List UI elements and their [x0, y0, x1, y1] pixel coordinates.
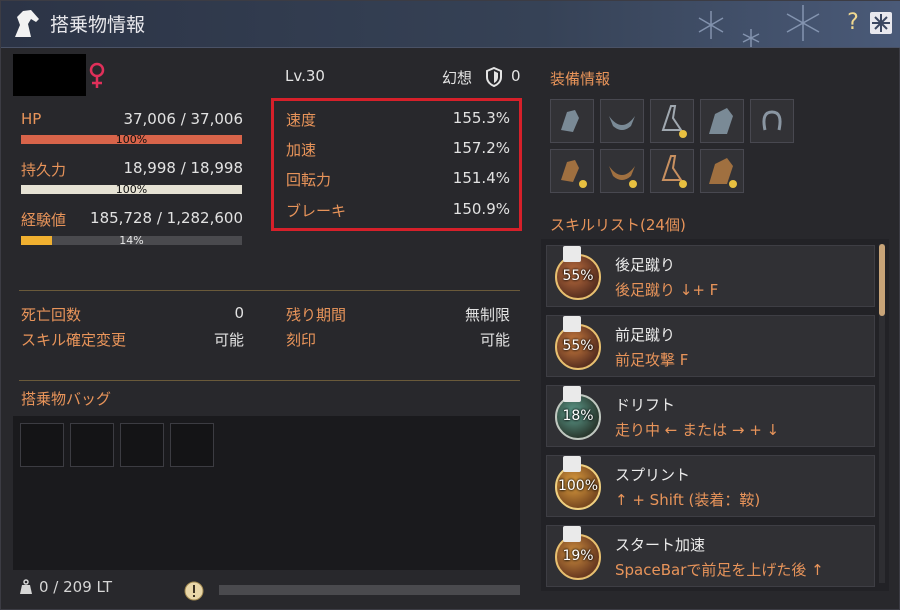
stamina-percent: 100% [115, 183, 148, 196]
skill-name: スタート加速 [615, 536, 706, 554]
equip-slot-horseshoe[interactable] [750, 99, 794, 143]
bag-slot[interactable] [20, 423, 64, 467]
equip-slot-saddle-2[interactable] [600, 149, 644, 193]
barding-icon [709, 108, 733, 134]
horseshoe-icon [762, 110, 782, 131]
skill-name: スプリント [615, 466, 691, 484]
skill-percent: 55% [562, 338, 594, 354]
skill-percent: 100% [557, 478, 599, 494]
equip-slot-barding-2[interactable] [700, 149, 744, 193]
skill-description: ↑ + Shift (装着：鞍) [615, 491, 761, 509]
bag-slot[interactable] [120, 423, 164, 467]
remaining-label: 残り期間 [286, 306, 347, 324]
equip-slot-saddle[interactable] [600, 99, 644, 143]
saddle-icon [609, 116, 635, 130]
skill-percent: 55% [562, 268, 594, 284]
lock-icon [563, 316, 581, 332]
stamina-value: 18,998 / 18,998 [123, 159, 243, 177]
shield-icon [486, 67, 502, 87]
skill-card[interactable]: 18% ドリフト 走り中 ← または → + ↓ [546, 385, 875, 447]
window-title: 搭乗物情報 [50, 14, 146, 36]
warning-icon[interactable] [184, 581, 204, 601]
skill-description: SpaceBarで前足を上げた後 ↑ [615, 561, 824, 579]
lock-icon [563, 526, 581, 542]
lock-icon [563, 386, 581, 402]
skill-card[interactable]: 55% 前足蹴り 前足攻撃 F [546, 315, 875, 377]
equip-slot-champron-2[interactable] [550, 149, 594, 193]
snowflake-icon [698, 5, 820, 47]
equip-slot-barding[interactable] [700, 99, 744, 143]
weight-icon [20, 579, 32, 594]
saddle-icon [609, 166, 637, 188]
skill-card[interactable]: 100% スプリント ↑ + Shift (装着：鞍) [546, 455, 875, 517]
level-text: Lv.30 [285, 67, 325, 85]
brake-value: 150.9% [452, 200, 510, 218]
skill-name: 前足蹴り [615, 326, 676, 344]
acceleration-label: 加速 [286, 141, 317, 159]
stamina-bar: 100% [21, 183, 242, 196]
phantom-label: 幻想 [442, 69, 473, 87]
imprint-value: 可能 [479, 331, 510, 349]
bag-slot[interactable] [70, 423, 114, 467]
speed-value: 155.3% [452, 109, 510, 127]
mount-info-window: 搭乗物情報 ? Lv.30 幻想 0 HP 37,006 / 37,006 10… [0, 0, 900, 610]
deaths-value: 0 [234, 304, 244, 322]
skill-name: ドリフト [615, 396, 676, 414]
skill-name: 後足蹴り [615, 256, 676, 274]
acceleration-value: 157.2% [452, 139, 510, 157]
hp-label: HP [21, 110, 42, 128]
skill-description: 走り中 ← または → + ↓ [615, 421, 780, 439]
female-icon [89, 62, 105, 88]
skill-description: 前足攻撃 F [615, 351, 689, 369]
equip-slot-stirrup-2[interactable] [650, 149, 694, 193]
exp-label: 経験値 [21, 211, 67, 229]
equipment-title: 装備情報 [550, 70, 611, 88]
weight-bar [219, 585, 520, 595]
turning-value: 151.4% [452, 169, 510, 187]
redacted-name [13, 54, 86, 96]
lock-icon [563, 246, 581, 262]
exp-value: 185,728 / 1,282,600 [90, 209, 243, 227]
stamina-label: 持久力 [21, 161, 67, 179]
exp-bar: 14% [21, 234, 242, 247]
remaining-value: 無制限 [464, 306, 510, 324]
speed-label: 速度 [286, 111, 317, 129]
hp-percent: 100% [115, 133, 148, 146]
divider-bottom [19, 380, 520, 381]
divider-top [19, 290, 520, 291]
skill-percent: 18% [562, 408, 594, 424]
brake-label: ブレーキ [286, 202, 347, 220]
skill-card[interactable]: 55% 後足蹴り 後足蹴り ↓+ F [546, 245, 875, 307]
skill-description: 後足蹴り ↓+ F [615, 281, 719, 299]
hp-value: 37,006 / 37,006 [123, 110, 243, 128]
barding-icon [709, 158, 737, 188]
bag-weight: 0 / 209 LT [39, 578, 112, 596]
close-icon[interactable] [869, 11, 893, 35]
bag-slot[interactable] [170, 423, 214, 467]
equip-slot-stirrup[interactable] [650, 99, 694, 143]
skill-percent: 19% [562, 548, 594, 564]
champron-icon [561, 110, 579, 132]
equip-slot-champron[interactable] [550, 99, 594, 143]
skill-card[interactable]: 19% スタート加速 SpaceBarで前足を上げた後 ↑ [546, 525, 875, 587]
bag-title: 搭乗物バッグ [21, 390, 112, 408]
exp-percent: 14% [119, 234, 144, 247]
stirrup-icon [661, 155, 687, 188]
deaths-label: 死亡回数 [21, 306, 82, 324]
champron-icon [561, 160, 587, 188]
help-button[interactable]: ? [843, 10, 863, 36]
horse-head-icon [15, 10, 39, 37]
stirrup-icon [661, 105, 687, 138]
skill-list-title: スキルリスト(24個) [550, 216, 686, 234]
phantom-value: 0 [511, 67, 521, 85]
turning-label: 回転力 [286, 171, 332, 189]
titlebar[interactable]: 搭乗物情報 ? [1, 1, 900, 48]
skill-change-value: 可能 [213, 331, 244, 349]
lock-icon [563, 456, 581, 472]
skill-scrollbar-thumb[interactable] [879, 244, 885, 316]
hp-bar: 100% [21, 133, 242, 146]
skill-change-label: スキル確定変更 [21, 331, 127, 349]
imprint-label: 刻印 [286, 331, 317, 349]
